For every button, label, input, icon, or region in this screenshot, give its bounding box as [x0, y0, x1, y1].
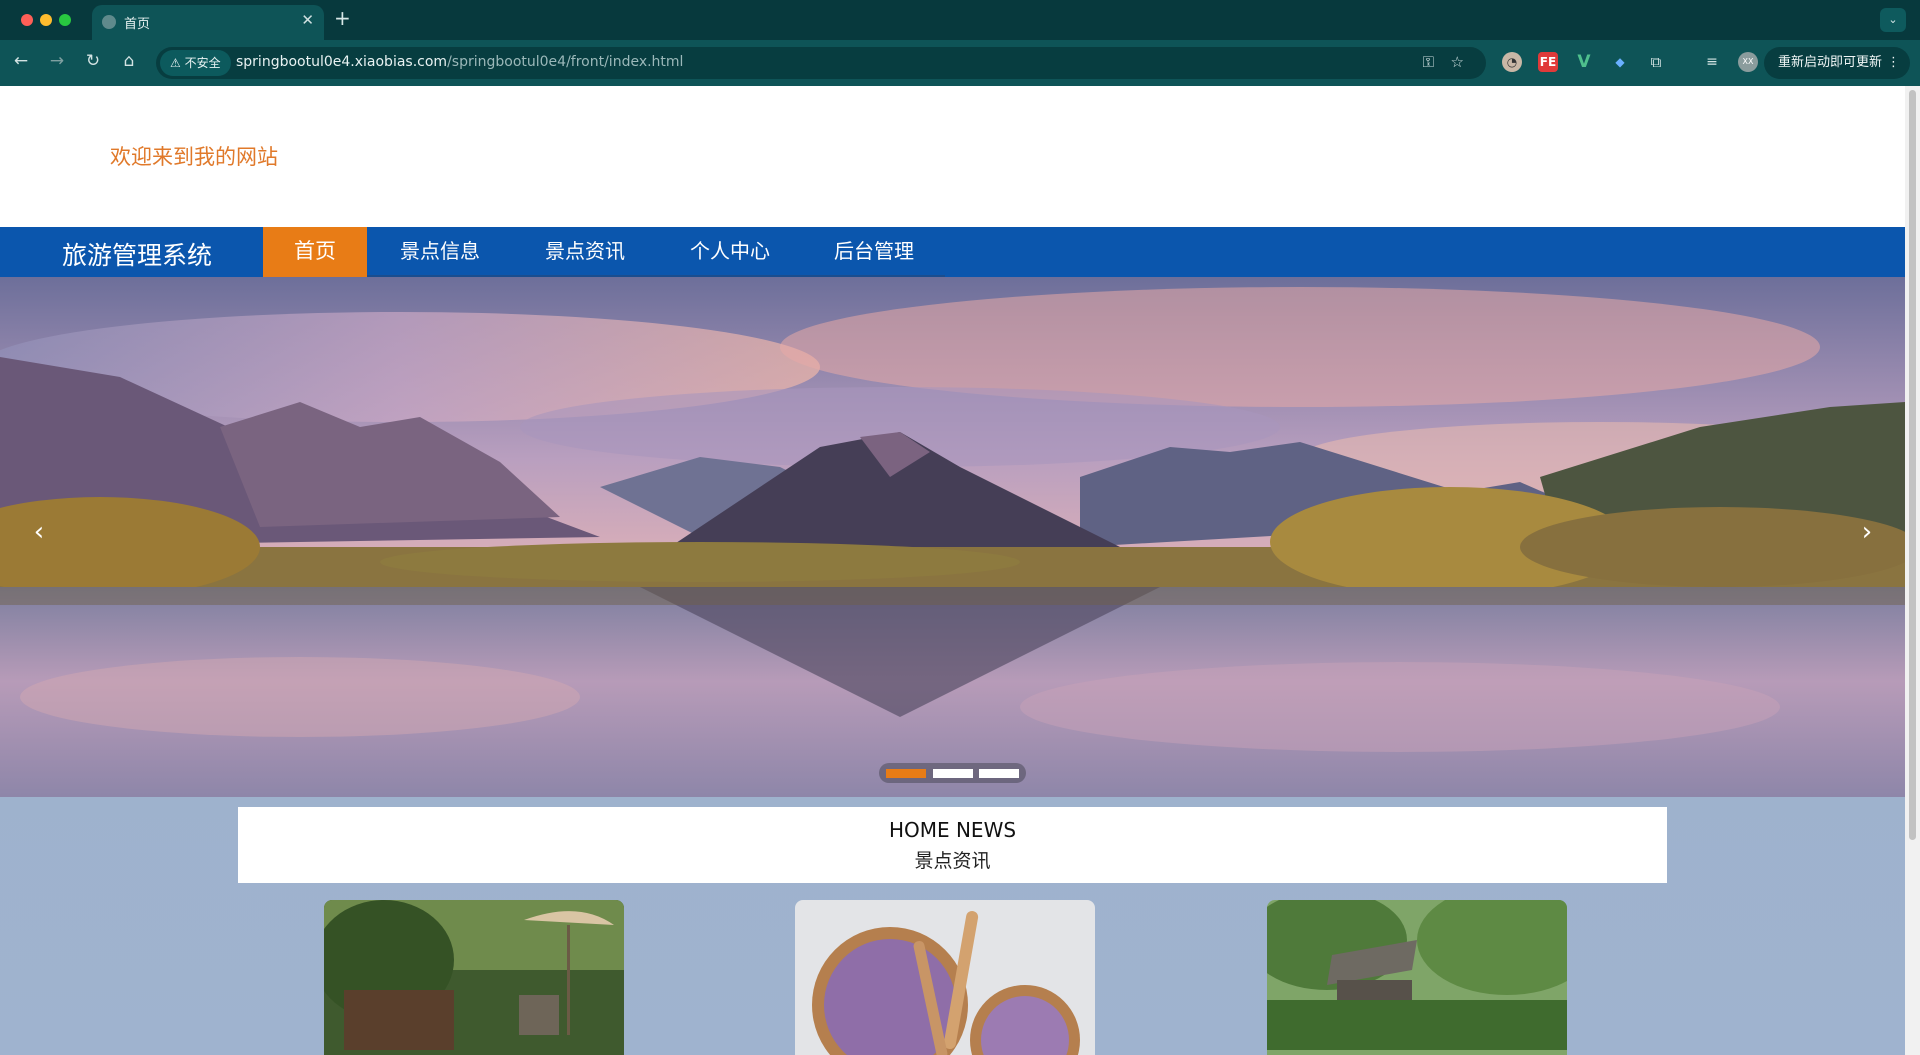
mountain-lake-image [0, 277, 1905, 797]
news-card-3[interactable] [1267, 900, 1567, 1055]
bookmark-star-icon[interactable]: ☆ [1451, 53, 1464, 71]
fe-extension-icon[interactable]: FE [1538, 52, 1558, 72]
nav-item-news[interactable]: 景点资讯 [513, 227, 657, 277]
tab-search-button[interactable]: ⌄ [1880, 8, 1906, 32]
carousel-prev-icon[interactable]: ‹ [24, 517, 54, 547]
update-label: 重新启动即可更新 [1777, 55, 1882, 70]
scrollbar-thumb[interactable] [1909, 90, 1916, 840]
hero-carousel[interactable]: ‹ › [0, 277, 1905, 797]
main-nav: 旅游管理系统 首页 景点信息 景点资讯 个人中心 后台管理 [0, 227, 1905, 277]
url-host: springbootul0e4.xiaobias.com [236, 54, 448, 70]
reload-button[interactable]: ↻ [82, 51, 104, 71]
update-button[interactable]: 重新启动即可更新 ⋮ [1763, 47, 1910, 79]
vue-extension-icon[interactable]: V [1574, 52, 1594, 72]
diamond-extension-icon[interactable]: ◆ [1610, 52, 1630, 72]
reading-list-icon[interactable]: ≡ [1702, 52, 1722, 72]
news-card-1[interactable] [324, 900, 624, 1055]
eyes-extension-icon[interactable]: ◔ [1502, 52, 1522, 72]
address-bar[interactable]: ⚠ 不安全 springbootul0e4.xiaobias.com/sprin… [156, 47, 1486, 79]
carousel-next-icon[interactable]: › [1852, 517, 1882, 547]
news-title-en: HOME NEWS [888, 818, 1017, 842]
garden-pool-image [324, 900, 624, 1055]
url-text[interactable]: springbootul0e4.xiaobias.com/springbootu… [236, 54, 683, 70]
password-key-icon[interactable]: ⚿ [1423, 53, 1434, 71]
forward-button[interactable]: → [46, 51, 68, 71]
lavender-bowls-image [795, 900, 1095, 1055]
security-label: 不安全 [184, 56, 221, 70]
nav-item-attractions[interactable]: 景点信息 [367, 227, 513, 277]
back-button[interactable]: ← [10, 51, 32, 71]
url-path: /springbootul0e4/front/index.html [447, 54, 684, 70]
news-title-cn: 景点资讯 [914, 850, 991, 872]
new-tab-button[interactable]: + [334, 6, 351, 30]
garden-hut-image [1267, 900, 1567, 1055]
news-card-2[interactable] [795, 900, 1095, 1055]
welcome-text: 欢迎来到我的网站 [110, 145, 278, 169]
browser-tab[interactable]: 首页 ✕ [92, 5, 324, 40]
security-chip[interactable]: ⚠ 不安全 [160, 50, 231, 76]
browser-toolbar: ← → ↻ ⌂ ⚠ 不安全 springbootul0e4.xiaobias.c… [0, 40, 1920, 86]
profile-avatar[interactable]: XX [1738, 52, 1758, 72]
close-window-button[interactable] [21, 14, 33, 26]
browser-tab-bar: 首页 ✕ + ⌄ [0, 0, 1920, 40]
close-icon[interactable]: ✕ [301, 11, 314, 29]
minimize-window-button[interactable] [40, 14, 52, 26]
maximize-window-button[interactable] [59, 14, 71, 26]
puzzle-extensions-icon[interactable]: ⧉ [1646, 52, 1666, 72]
carousel-dot-2[interactable] [933, 769, 973, 778]
nav-item-home[interactable]: 首页 [263, 227, 367, 277]
warning-icon: ⚠ [170, 56, 181, 70]
globe-icon [102, 15, 116, 29]
news-section-header: HOME NEWS 景点资讯 [238, 807, 1667, 883]
home-button[interactable]: ⌂ [118, 51, 140, 71]
more-menu-icon[interactable]: ⋮ [1887, 47, 1900, 79]
site-brand[interactable]: 旅游管理系统 [62, 236, 212, 272]
carousel-dot-1[interactable] [886, 769, 926, 778]
nav-item-admin[interactable]: 后台管理 [803, 227, 945, 277]
page-scrollbar[interactable] [1905, 86, 1920, 1055]
tab-title: 首页 [124, 17, 151, 32]
nav-item-profile[interactable]: 个人中心 [657, 227, 803, 277]
site-header: 欢迎来到我的网站 [0, 86, 1905, 227]
carousel-dot-3[interactable] [979, 769, 1019, 778]
carousel-indicators [879, 763, 1026, 783]
page-viewport: 欢迎来到我的网站 旅游管理系统 首页 景点信息 景点资讯 个人中心 后台管理 ‹… [0, 86, 1905, 1055]
